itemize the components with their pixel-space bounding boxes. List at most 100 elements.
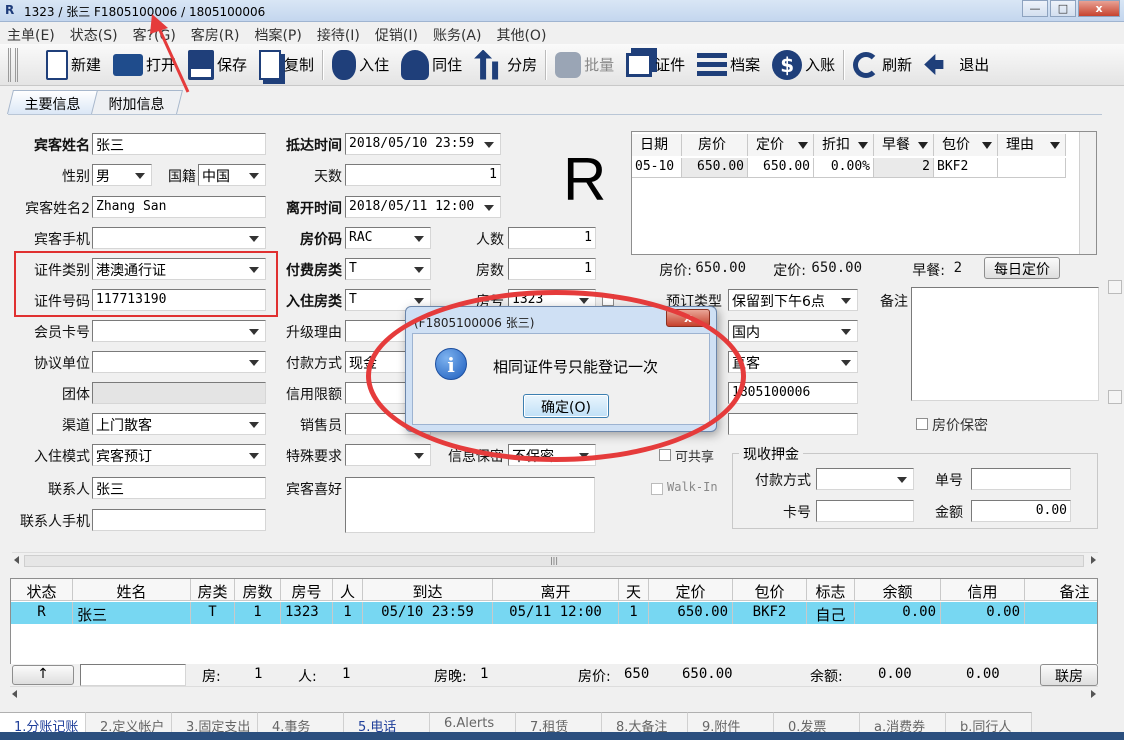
shareable-checkbox[interactable] (659, 449, 671, 461)
grid-header-discount[interactable]: 折扣 (814, 134, 874, 156)
col-roomno[interactable]: 房号 (281, 579, 333, 601)
table-scroll-left[interactable] (12, 690, 17, 698)
deposit-paytype-select[interactable] (816, 468, 914, 490)
save-button[interactable]: 保存 (182, 47, 253, 83)
persons-input[interactable]: 1 (508, 227, 596, 249)
tab-fixed-expense[interactable]: 3.固定支出 (172, 712, 258, 735)
deposit-card-input[interactable] (816, 500, 914, 522)
checkin-mode-select[interactable]: 宾客预订 (92, 444, 266, 466)
scroll-left-arrow[interactable] (14, 556, 19, 564)
col-balance[interactable]: 余额 (855, 579, 941, 601)
grid-cell-package[interactable]: BKF2 (934, 158, 998, 178)
tab-affairs[interactable]: 4.事务 (258, 712, 344, 735)
member-card-select[interactable] (92, 320, 266, 342)
guest-name2-input[interactable]: Zhang San (92, 196, 266, 218)
menu-status[interactable]: 状态(S) (63, 22, 126, 44)
col-name[interactable]: 姓名 (73, 579, 191, 601)
panel-horizontal-scrollbar[interactable]: ||| (12, 552, 1098, 568)
grid-header-breakfast[interactable]: 早餐 (874, 134, 934, 156)
maximize-button[interactable]: □ (1050, 0, 1076, 17)
grid-cell-breakfast[interactable]: 2 (874, 158, 934, 178)
col-rooms[interactable]: 房数 (235, 579, 281, 601)
tab-big-note[interactable]: 8.大备注 (602, 712, 688, 735)
col-days[interactable]: 天 (619, 579, 649, 601)
rate-secret-checkbox[interactable] (916, 418, 928, 430)
grid-cell-reason[interactable] (998, 158, 1066, 178)
close-button[interactable]: x (1078, 0, 1120, 17)
menu-accounts[interactable]: 账务(A) (426, 22, 490, 44)
menu-other[interactable]: 其他(O) (489, 22, 554, 44)
guest-preference-textarea[interactable] (345, 477, 595, 533)
scroll-up-button[interactable]: ↑ (12, 665, 74, 685)
agreement-unit-select[interactable] (92, 351, 266, 373)
menu-main[interactable]: 主单(E) (0, 22, 63, 44)
tab-rental[interactable]: 7.租赁 (516, 712, 602, 735)
col-arrive[interactable]: 到达 (363, 579, 493, 601)
contact-mobile-input[interactable] (92, 509, 266, 531)
menu-profile[interactable]: 档案(P) (247, 22, 309, 44)
note-textarea[interactable] (911, 287, 1099, 401)
grid-header-fixed[interactable]: 定价 (748, 134, 814, 156)
menu-reception[interactable]: 接待(I) (310, 22, 368, 44)
col-flag[interactable]: 标志 (807, 579, 855, 601)
copy-button[interactable]: 复制 (253, 47, 320, 83)
col-roomtype[interactable]: 房类 (191, 579, 235, 601)
col-credit[interactable]: 信用 (941, 579, 1025, 601)
exit-button[interactable]: 退出 (918, 47, 995, 83)
daily-rate-button[interactable]: 每日定价 (984, 257, 1060, 279)
col-note[interactable]: 备注 (1025, 579, 1097, 601)
post-button[interactable]: $ 入账 (766, 47, 841, 83)
toolbar-grip[interactable] (8, 47, 18, 82)
tab-split-billing[interactable]: 1.分账记账 (0, 712, 86, 735)
tab-alerts[interactable]: 6.Alerts (430, 712, 516, 732)
arrive-time-picker[interactable]: 2018/05/10 23:59 (345, 133, 501, 155)
nationality-select[interactable]: 中国 (198, 164, 266, 186)
tab-attachment[interactable]: 9.附件 (688, 712, 774, 735)
scroll-thumb[interactable]: ||| (24, 555, 1084, 567)
reservation-extra-input[interactable] (728, 413, 858, 435)
menu-promotion[interactable]: 促销(I) (368, 22, 426, 44)
profile-button[interactable]: 档案 (691, 47, 766, 83)
grid-cell-discount[interactable]: 0.00% (814, 158, 874, 178)
source-select[interactable]: 直客 (728, 351, 858, 373)
col-depart[interactable]: 离开 (493, 579, 619, 601)
grid-header-reason[interactable]: 理由 (998, 134, 1066, 156)
tab-invoice[interactable]: 0.发票 (774, 712, 860, 735)
tab-phone[interactable]: 5.电话 (344, 712, 430, 735)
share-room-button[interactable]: 同住 (395, 47, 468, 83)
tab-extra-info[interactable]: 附加信息 (91, 90, 183, 114)
deposit-docno-input[interactable] (971, 468, 1071, 490)
rate-code-select[interactable]: RAC (345, 227, 431, 249)
special-request-select[interactable] (345, 444, 431, 466)
group-input[interactable] (92, 382, 266, 404)
panel-scroll-right[interactable] (1108, 280, 1122, 294)
split-room-button[interactable]: 分房 (468, 47, 543, 83)
checkin-button[interactable]: 入住 (326, 47, 395, 83)
col-status[interactable]: 状态 (11, 579, 73, 601)
grid-header-date[interactable]: 日期 (632, 134, 682, 156)
refresh-button[interactable]: 刷新 (847, 47, 918, 83)
pay-roomtype-select[interactable]: T (345, 258, 431, 280)
grid-vertical-scrollbar[interactable] (1079, 132, 1096, 254)
open-button[interactable]: 打开 (107, 47, 182, 83)
id-button[interactable]: 证件 (620, 47, 691, 83)
grid-cell-price[interactable]: 650.00 (682, 158, 748, 178)
depart-time-picker[interactable]: 2018/05/11 12:00 (345, 196, 501, 218)
guest-name-input[interactable]: 张三 (92, 133, 266, 155)
guest-mobile-select[interactable] (92, 227, 266, 249)
channel-select[interactable]: 上门散客 (92, 413, 266, 435)
tab-main-info[interactable]: 主要信息 (7, 90, 99, 114)
panel-scroll-right-2[interactable] (1108, 390, 1122, 404)
grid-header-package[interactable]: 包价 (934, 134, 998, 156)
reservation-type-select[interactable]: 保留到下午6点 (728, 289, 858, 311)
col-package[interactable]: 包价 (733, 579, 807, 601)
table-horizontal-scrollbar[interactable] (10, 686, 1098, 700)
grid-header-price[interactable]: 房价 (682, 134, 748, 156)
minimize-button[interactable]: — (1022, 0, 1048, 17)
tab-define-account[interactable]: 2.定义帐户 (86, 712, 172, 735)
col-persons[interactable]: 人 (333, 579, 363, 601)
batch-button[interactable]: 批量 (549, 47, 620, 83)
col-rate[interactable]: 定价 (649, 579, 733, 601)
new-button[interactable]: 新建 (36, 47, 107, 83)
menu-room[interactable]: 客房(R) (184, 22, 248, 44)
